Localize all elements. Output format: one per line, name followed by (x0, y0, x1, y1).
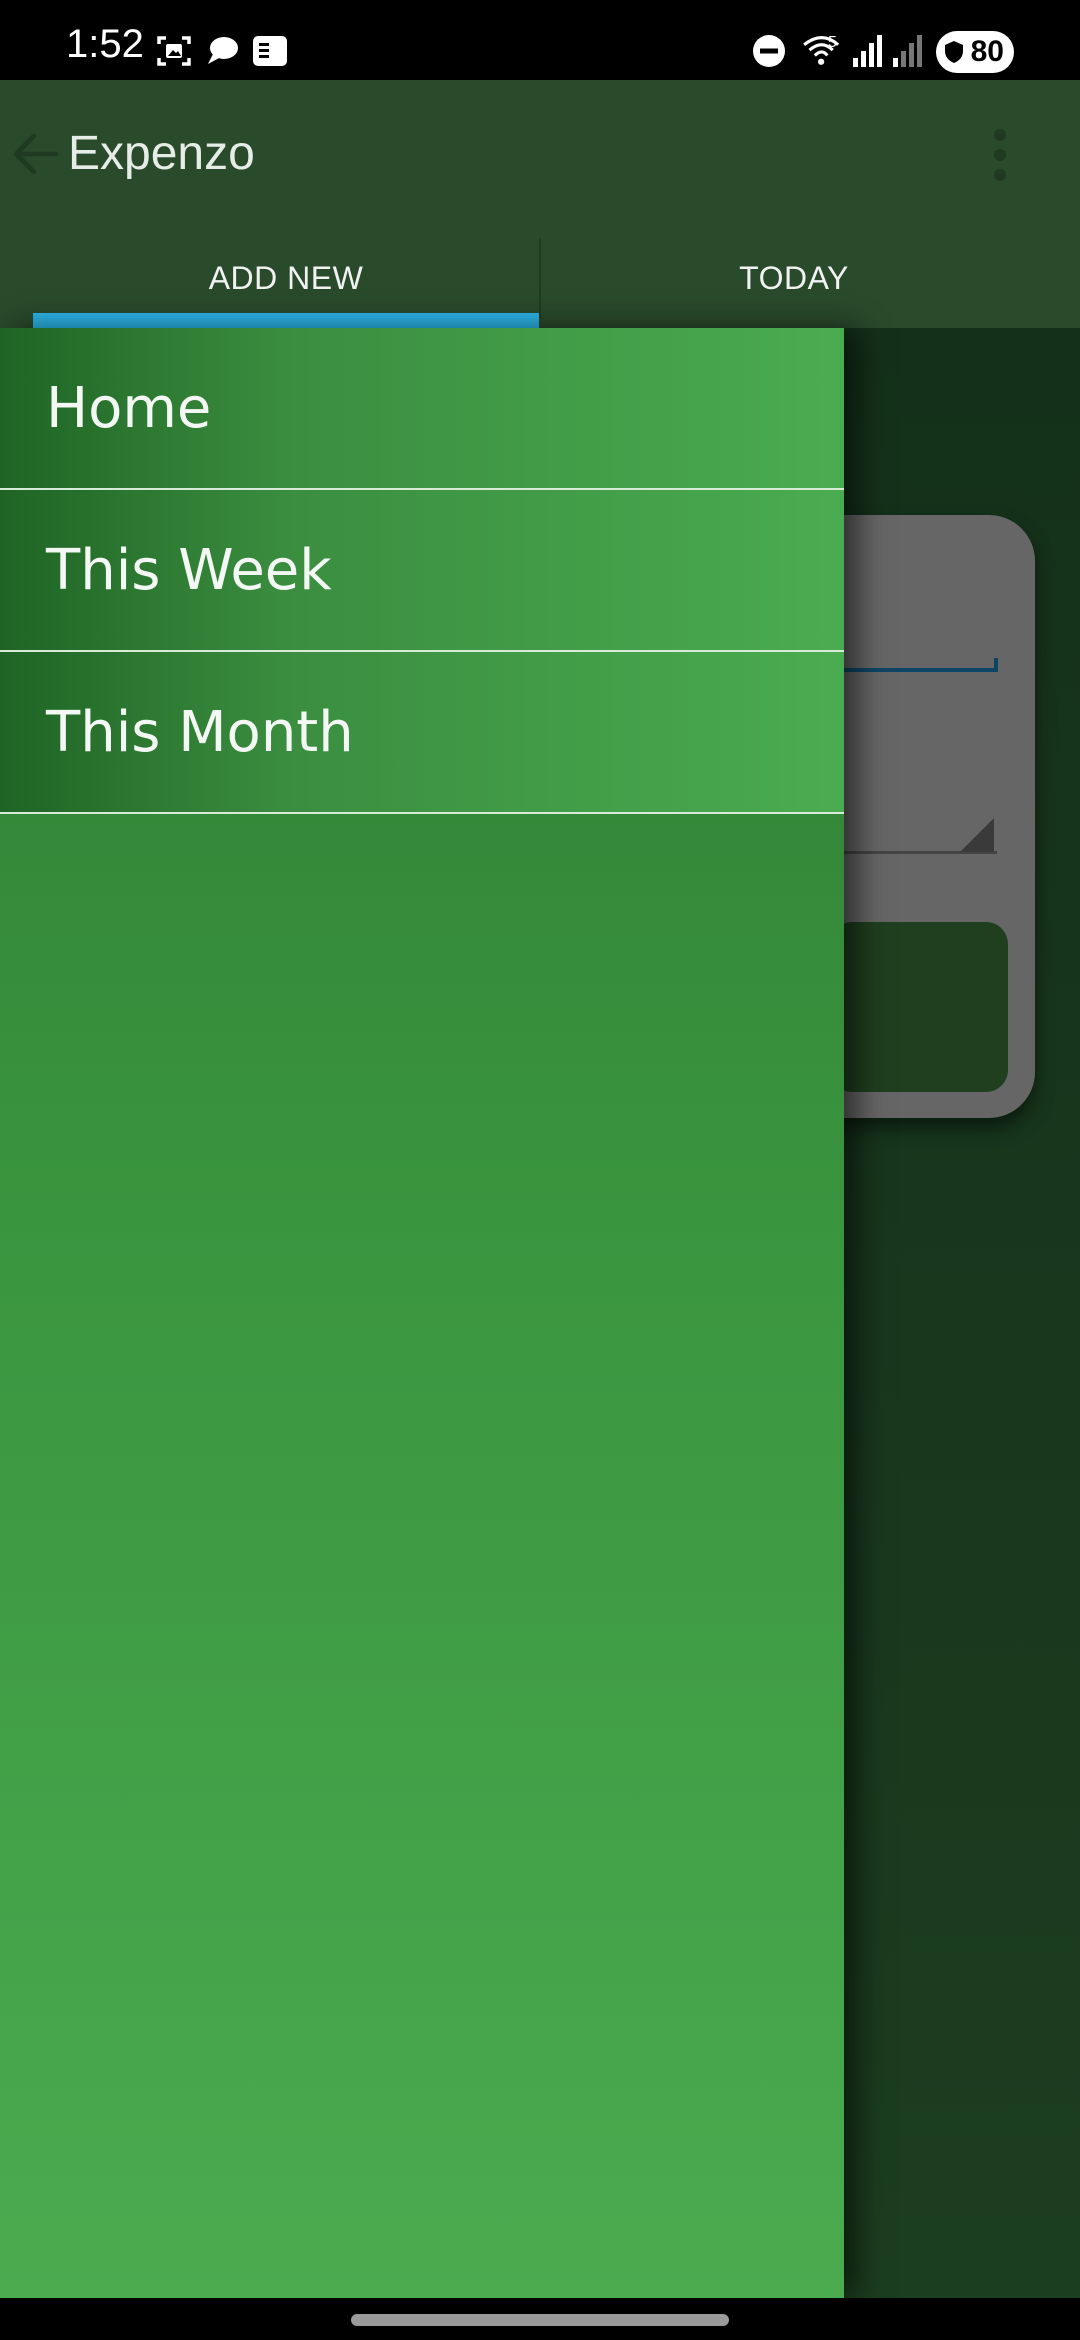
status-bar: 1:52 5 80 (0, 0, 1080, 80)
home-gesture-handle[interactable] (351, 2314, 729, 2326)
arrow-back-icon (13, 133, 58, 175)
drawer-item-this-week[interactable]: This Week (0, 490, 844, 652)
status-time: 1:52 (66, 22, 144, 66)
spinner-arrow-icon (960, 818, 994, 852)
battery-indicator: 80 (936, 31, 1014, 73)
tab-indicator (33, 313, 539, 328)
system-nav-bar (0, 2298, 1080, 2340)
app-title: Expenzo (68, 127, 255, 180)
battery-level: 80 (970, 35, 1004, 68)
tab-today[interactable]: TODAY (540, 228, 1048, 328)
overflow-menu-button[interactable] (980, 120, 1020, 190)
do-not-disturb-icon (753, 35, 785, 67)
chat-bubble-icon (208, 37, 238, 64)
app-bar: Expenzo (0, 80, 1080, 228)
shield-icon (945, 41, 963, 63)
amount-input-underline[interactable] (835, 668, 997, 672)
amount-input-underline-tip (994, 658, 998, 672)
screenshot-icon (157, 36, 191, 66)
overflow-menu-icon (994, 129, 1006, 141)
signal-weak-icon (893, 35, 922, 67)
network-badge: 5 (828, 34, 837, 51)
signal-icon (853, 35, 882, 67)
wifi-icon (803, 36, 840, 65)
drawer-item-this-month[interactable]: This Month (0, 652, 844, 814)
submit-box[interactable] (830, 922, 1008, 1092)
drawer-item-home[interactable]: Home (0, 328, 844, 490)
news-icon (253, 36, 287, 66)
back-button[interactable] (4, 120, 64, 188)
navigation-drawer: Home This Week This Month (0, 328, 844, 2298)
